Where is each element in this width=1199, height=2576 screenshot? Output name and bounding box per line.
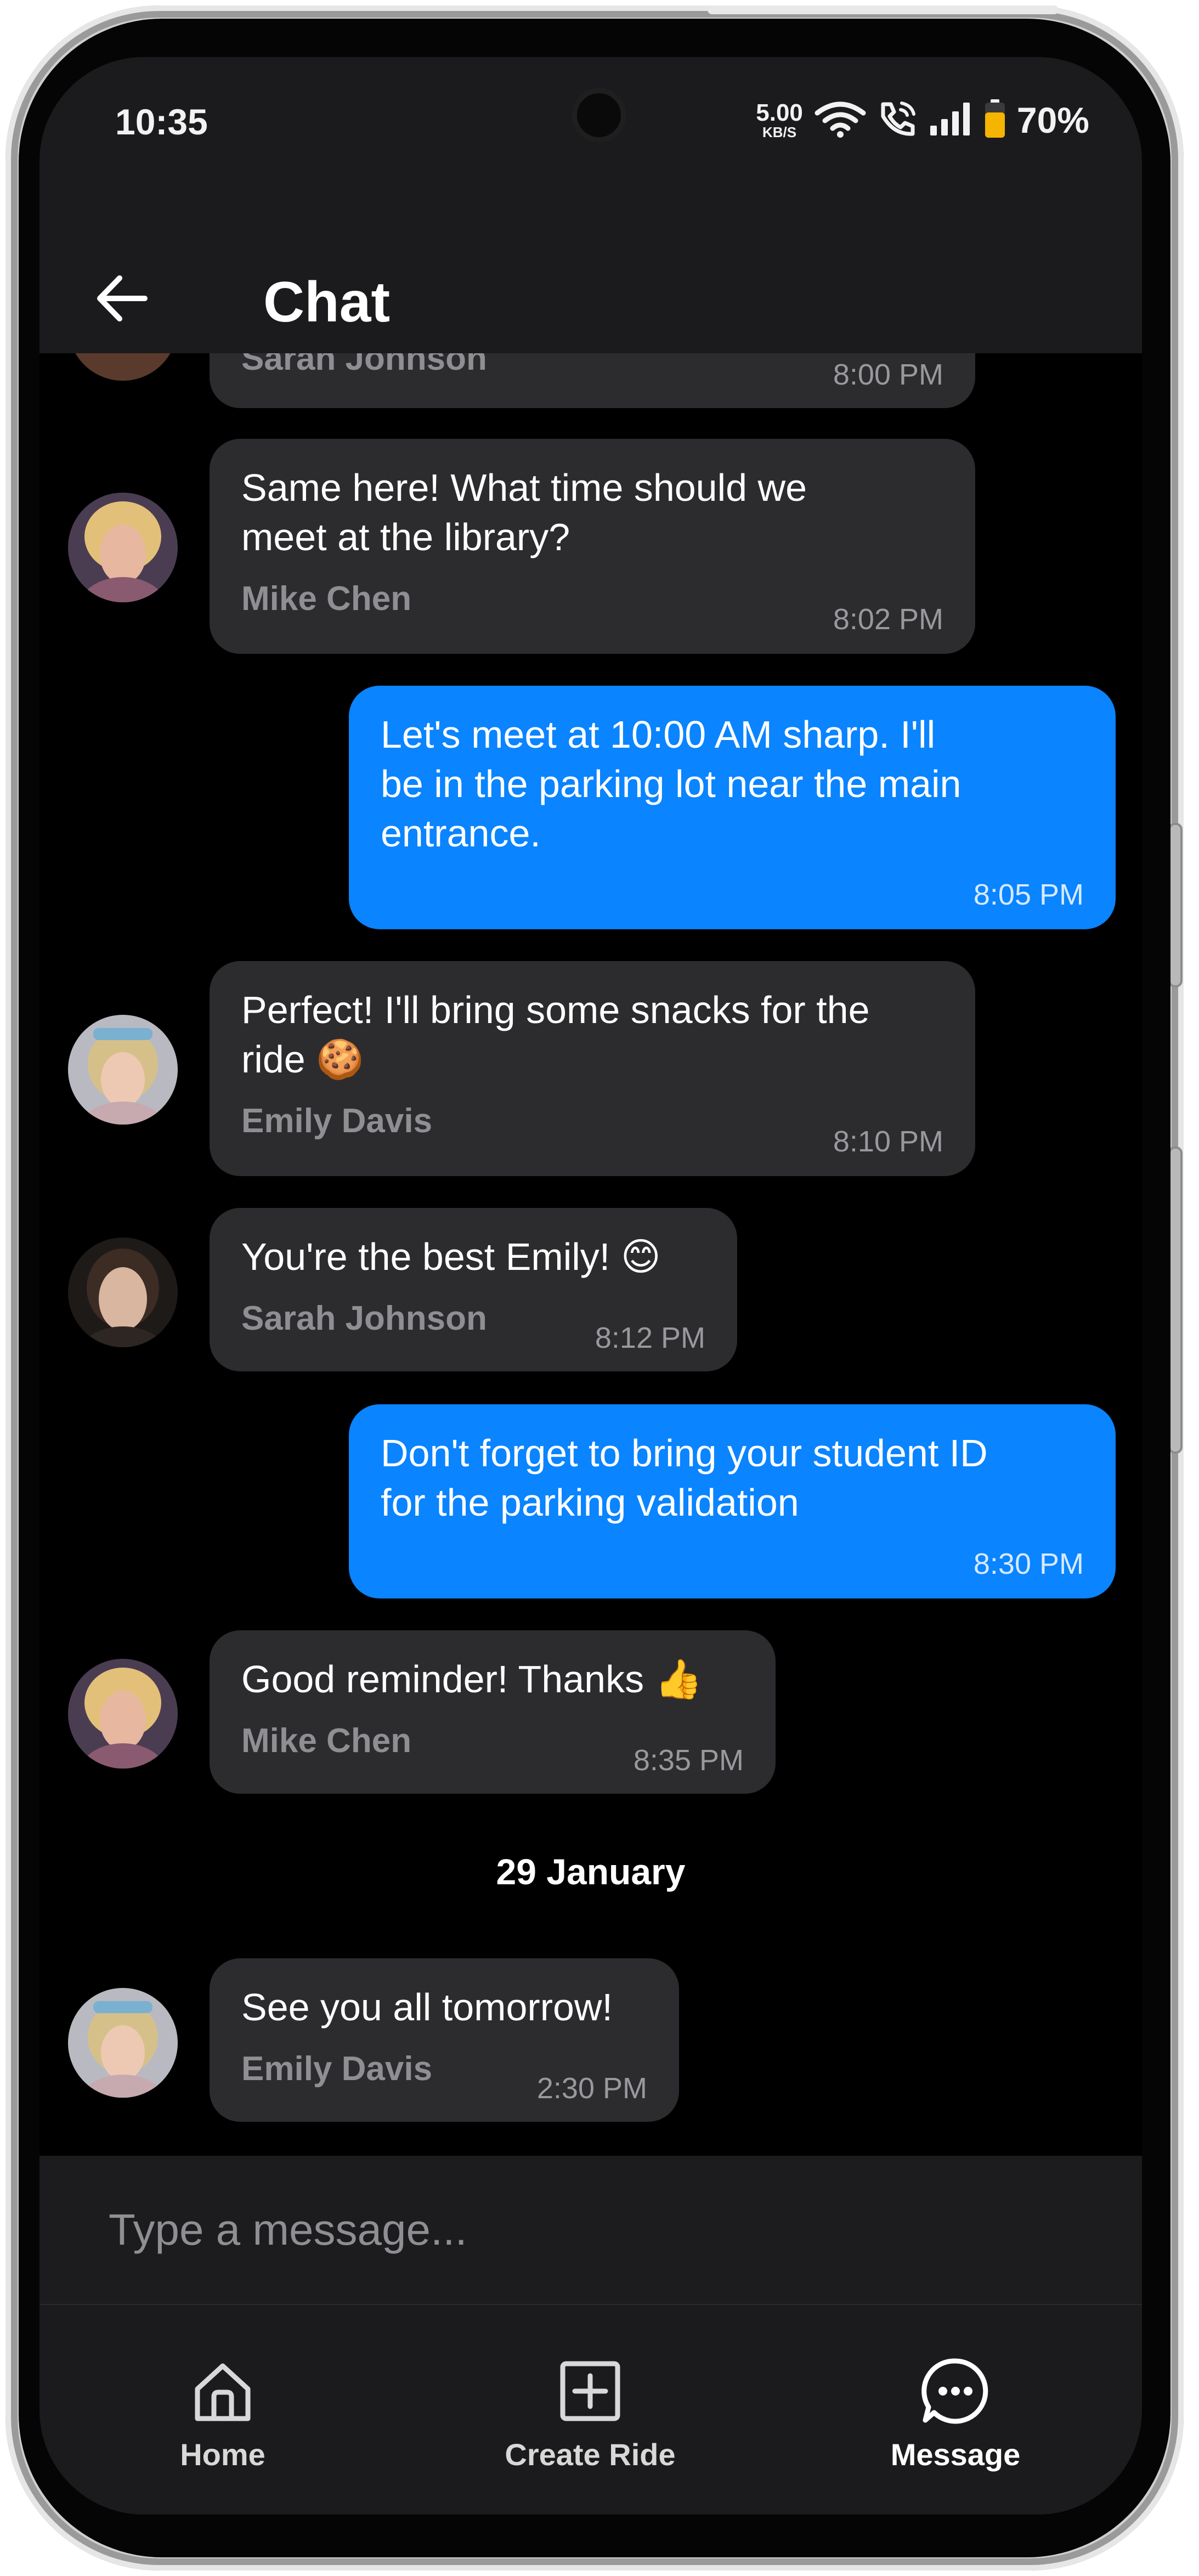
message-time: 8:00 PM bbox=[833, 358, 943, 391]
nav-item-create-ride[interactable]: Create Ride bbox=[475, 2355, 705, 2487]
message-input[interactable] bbox=[39, 2156, 1142, 2304]
message-text: You're the best Emily! 😊 bbox=[241, 1235, 661, 1278]
message-text: Same here! What time should we meet at t… bbox=[241, 466, 807, 558]
message-bubble[interactable]: Same here! What time should we meet at t… bbox=[210, 439, 975, 654]
message-text: See you all tomorrow! bbox=[241, 1986, 613, 2029]
message-time: 8:05 PM bbox=[973, 878, 1084, 911]
battery-percent: 70% bbox=[1016, 100, 1089, 140]
network-speed: 5.00 KB/S bbox=[756, 99, 803, 140]
chat-bubble-icon bbox=[920, 2355, 991, 2427]
nav-item-home[interactable]: Home bbox=[108, 2355, 338, 2487]
bottom-navigation: Home Create Ride Message bbox=[39, 2304, 1142, 2515]
message-text: Don't forget to bring your student ID fo… bbox=[381, 1432, 988, 1524]
back-button[interactable] bbox=[89, 268, 155, 329]
app-bar: Chat bbox=[39, 238, 1142, 353]
avatar[interactable] bbox=[68, 1988, 178, 2098]
avatar[interactable] bbox=[68, 493, 178, 602]
message-text: Perfect! I'll bring some snacks for the … bbox=[241, 988, 870, 1081]
battery-icon bbox=[984, 99, 1006, 142]
phone-top-edge bbox=[708, 5, 1059, 14]
status-bar: 10:35 5.00 KB/S 70% bbox=[39, 57, 1142, 238]
message-sender: Mike Chen bbox=[241, 580, 412, 618]
network-speed-value: 5.00 bbox=[756, 99, 803, 126]
message-time: 8:10 PM bbox=[833, 1125, 943, 1158]
message-sender: Emily Davis bbox=[241, 2050, 433, 2088]
avatar[interactable] bbox=[68, 1238, 178, 1347]
network-speed-unit: KB/S bbox=[762, 124, 797, 140]
avatar[interactable] bbox=[68, 1015, 178, 1125]
date-divider: 29 January bbox=[496, 1851, 686, 1892]
nav-label: Home bbox=[180, 2437, 265, 2472]
message-sender: Mike Chen bbox=[241, 1722, 412, 1760]
message-bubble[interactable]: You're the best Emily! 😊 Sarah Johnson 8… bbox=[210, 1208, 737, 1371]
message-sender: Emily Davis bbox=[241, 1102, 433, 1140]
wifi-icon bbox=[814, 100, 867, 141]
nav-label: Message bbox=[890, 2437, 1021, 2472]
message-bubble[interactable]: Good reminder! Thanks 👍 Mike Chen 8:35 P… bbox=[210, 1630, 776, 1794]
add-square-icon bbox=[555, 2355, 626, 2427]
message-bubble[interactable]: Sarah Johnson 8:00 PM bbox=[210, 353, 975, 408]
message-text: Let's meet at 10:00 AM sharp. I'll be in… bbox=[381, 713, 962, 855]
avatar[interactable] bbox=[68, 1659, 178, 1769]
message-composer bbox=[39, 2156, 1142, 2304]
nav-label: Create Ride bbox=[505, 2437, 676, 2472]
message-time: 8:02 PM bbox=[833, 603, 943, 636]
message-time: 8:30 PM bbox=[973, 1547, 1084, 1580]
message-time: 8:12 PM bbox=[595, 1321, 705, 1354]
message-sender: Sarah Johnson bbox=[241, 1300, 487, 1337]
signal-icon bbox=[929, 101, 973, 139]
arrow-left-icon bbox=[97, 275, 148, 321]
avatar[interactable] bbox=[68, 353, 178, 381]
message-list[interactable]: Sarah Johnson 8:00 PM Same here! What ti… bbox=[39, 353, 1142, 2156]
message-bubble[interactable]: Don't forget to bring your student ID fo… bbox=[349, 1404, 1116, 1598]
status-time: 10:35 bbox=[115, 101, 208, 142]
wifi-calling-icon bbox=[878, 100, 918, 141]
message-time: 2:30 PM bbox=[536, 2072, 647, 2105]
message-sender: Sarah Johnson bbox=[241, 353, 487, 377]
status-indicators: 5.00 KB/S 70% bbox=[756, 95, 1089, 145]
message-bubble[interactable]: Perfect! I'll bring some snacks for the … bbox=[210, 961, 975, 1176]
home-icon bbox=[187, 2355, 258, 2427]
message-time: 8:35 PM bbox=[633, 1744, 744, 1777]
nav-item-message[interactable]: Message bbox=[840, 2355, 1071, 2487]
message-bubble[interactable]: See you all tomorrow! Emily Davis 2:30 P… bbox=[210, 1958, 679, 2122]
front-camera bbox=[572, 88, 626, 143]
message-text: Good reminder! Thanks 👍 bbox=[241, 1658, 703, 1701]
screen: 10:35 5.00 KB/S 70% Chat Sarah Johnson 8… bbox=[39, 57, 1142, 2515]
page-title: Chat bbox=[263, 270, 391, 334]
message-bubble[interactable]: Let's meet at 10:00 AM sharp. I'll be in… bbox=[349, 686, 1116, 929]
